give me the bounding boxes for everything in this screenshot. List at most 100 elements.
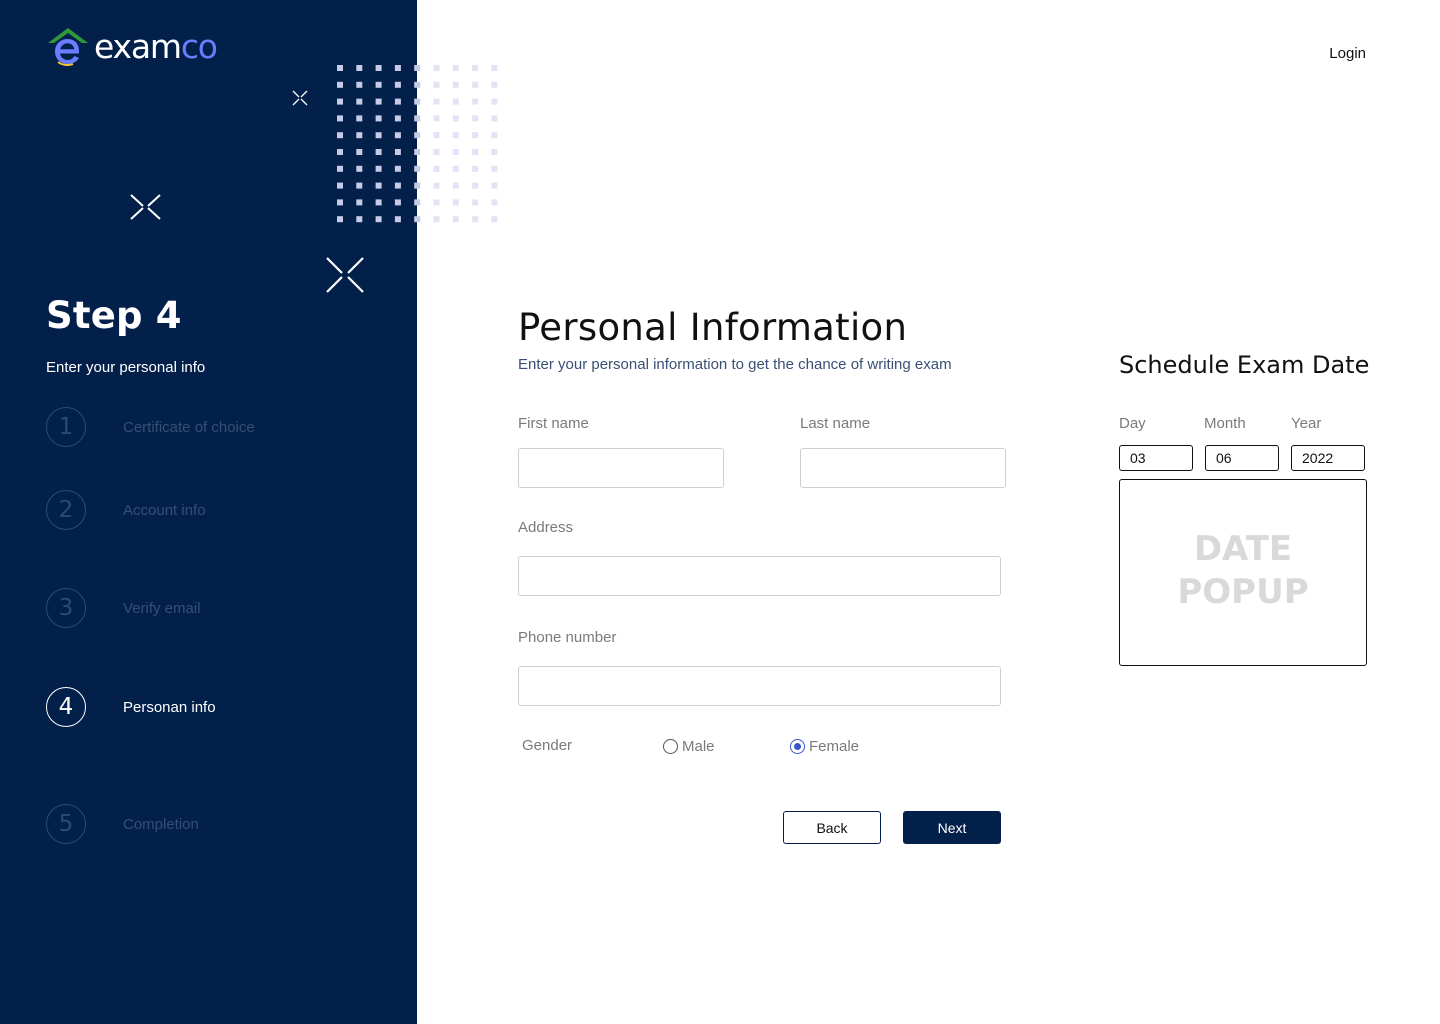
radio-label: Male <box>682 738 715 755</box>
step-title: Step 4 <box>46 294 182 337</box>
decor-dot <box>472 98 479 105</box>
decor-dot <box>452 199 459 206</box>
decor-dot <box>375 182 382 189</box>
decor-dot <box>433 81 440 88</box>
gender-label: Gender <box>522 737 573 754</box>
date-picker-popup[interactable]: DATE POPUP <box>1119 479 1367 666</box>
day-field[interactable] <box>1119 445 1193 471</box>
examco-logo-icon <box>48 28 88 66</box>
decor-dot <box>414 115 421 122</box>
decor-dot <box>491 115 498 122</box>
decor-dot <box>491 149 498 155</box>
decor-dot <box>414 216 421 223</box>
step-label: Completion <box>123 815 199 833</box>
date-popup-placeholder: DATE POPUP <box>1177 528 1308 614</box>
step-item-account[interactable]: 2 Account info <box>46 490 206 530</box>
decor-dot <box>452 149 459 155</box>
step-item-personal-info[interactable]: 4 Personan info <box>46 687 216 727</box>
step-item-verify-email[interactable]: 3 Verify email <box>46 588 201 628</box>
sparkle-large-icon <box>326 257 364 293</box>
logo-wordmark: examco <box>94 26 218 66</box>
gender-female-radio[interactable]: Female <box>790 738 859 755</box>
sparkle-medium-icon <box>130 194 161 220</box>
decor-dot <box>452 216 459 223</box>
decor-dot <box>337 199 343 206</box>
decor-dot <box>414 149 421 155</box>
dot-grid-decoration <box>337 65 498 223</box>
decor-dot <box>337 216 343 223</box>
phone-label: Phone number <box>518 629 617 646</box>
gender-male-radio[interactable]: Male <box>663 738 715 755</box>
decor-dot <box>472 216 479 223</box>
month-label: Month <box>1204 415 1246 432</box>
examco-logo[interactable]: examco <box>46 24 218 68</box>
decor-dot <box>394 216 401 223</box>
decor-dot <box>491 81 498 88</box>
decor-dot <box>472 65 479 71</box>
decor-dot <box>337 149 343 155</box>
decor-dot <box>433 132 440 139</box>
decor-dot <box>414 165 421 172</box>
login-link[interactable]: Login <box>1329 45 1366 62</box>
step-number: 3 <box>46 588 86 628</box>
decor-dot <box>491 199 498 206</box>
decor-dot <box>394 115 401 122</box>
decor-dot <box>491 165 498 172</box>
first-name-field[interactable] <box>518 448 724 488</box>
month-field[interactable] <box>1205 445 1279 471</box>
decor-dot <box>375 216 382 223</box>
decor-dot <box>337 165 343 172</box>
decor-dot <box>356 115 363 122</box>
decor-dot <box>394 98 401 105</box>
decor-dot <box>375 115 382 122</box>
step-item-completion[interactable]: 5 Completion <box>46 804 199 844</box>
decor-dot <box>375 149 382 155</box>
decor-dot <box>452 81 459 88</box>
decor-dot <box>433 149 440 155</box>
day-label: Day <box>1119 415 1146 432</box>
next-button[interactable]: Next <box>903 811 1001 844</box>
address-field[interactable] <box>518 556 1001 596</box>
step-label: Personan info <box>123 698 216 716</box>
decor-dot <box>394 182 401 189</box>
decor-dot <box>394 165 401 172</box>
step-number: 2 <box>46 490 86 530</box>
decor-dot <box>452 115 459 122</box>
radio-button[interactable] <box>663 739 678 754</box>
decor-dot <box>375 132 382 139</box>
decor-dot <box>356 165 363 172</box>
decor-dot <box>472 115 479 122</box>
decor-dot <box>472 81 479 88</box>
decor-dot <box>356 81 363 88</box>
popup-line-2: POPUP <box>1177 572 1309 612</box>
step-label: Verify email <box>123 599 201 617</box>
decor-dot <box>433 115 440 122</box>
step-number: 4 <box>46 687 86 727</box>
decor-dot <box>394 81 401 88</box>
year-field[interactable] <box>1291 445 1365 471</box>
decor-dot <box>375 199 382 206</box>
back-button[interactable]: Back <box>783 811 881 844</box>
phone-field[interactable] <box>518 666 1001 706</box>
decor-dot <box>472 149 479 155</box>
decor-dot <box>414 81 421 88</box>
decor-dot <box>452 165 459 172</box>
decor-dot <box>452 98 459 105</box>
popup-line-1: DATE <box>1193 529 1293 569</box>
decor-dot <box>491 216 498 223</box>
step-item-certificate[interactable]: 1 Certificate of choice <box>46 407 255 447</box>
decor-dot <box>491 182 498 189</box>
radio-label: Female <box>809 738 860 755</box>
step-label: Account info <box>123 501 206 519</box>
decor-dot <box>414 65 421 71</box>
decor-dot <box>452 65 459 71</box>
last-name-field[interactable] <box>800 448 1006 488</box>
page-subtitle: Enter your personal information to get t… <box>518 356 952 373</box>
decor-dot <box>356 216 363 223</box>
decor-dot <box>337 182 343 189</box>
decor-dot <box>433 98 440 105</box>
address-label: Address <box>518 519 574 536</box>
decor-dot <box>375 65 382 71</box>
schedule-title: Schedule Exam Date <box>1119 351 1370 379</box>
radio-button[interactable] <box>790 739 805 754</box>
